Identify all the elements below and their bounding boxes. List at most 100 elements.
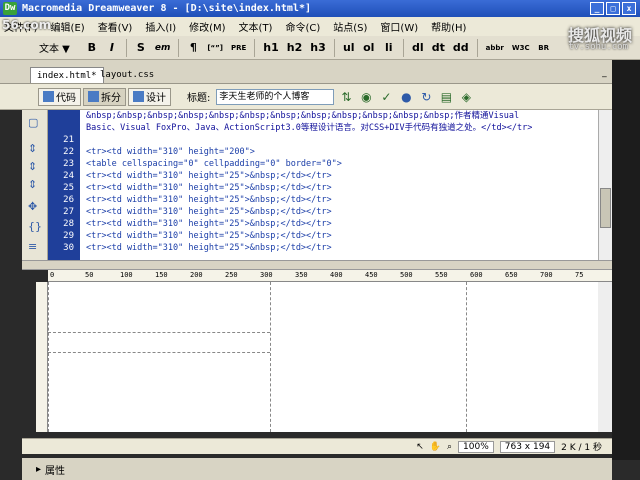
validate-markup-icon[interactable]: ●	[398, 89, 414, 105]
ruler-tick: 350	[295, 271, 308, 279]
code-vertical-scrollbar[interactable]	[598, 110, 612, 260]
ruler-tick: 400	[330, 271, 343, 279]
right-dark-edge	[612, 60, 640, 460]
preview-browser-icon[interactable]: ◉	[358, 89, 374, 105]
check-browser-icon[interactable]: ✓	[378, 89, 394, 105]
line-number: 23	[63, 159, 74, 169]
properties-label: 属性	[45, 465, 66, 477]
hand-tool-icon[interactable]: ✋	[430, 442, 441, 452]
em-button[interactable]: em	[152, 39, 173, 57]
view-options-icon[interactable]: ▤	[438, 89, 454, 105]
expand-all-icon[interactable]: ⇕	[28, 178, 37, 191]
pre-button[interactable]: PRE	[228, 39, 249, 57]
code-line[interactable]: <tr><td width="310" height="200">	[80, 146, 598, 158]
doc-minimize-icon[interactable]: _	[602, 68, 607, 78]
split-view-divider[interactable]	[22, 260, 612, 270]
dd-button[interactable]: dd	[450, 39, 472, 57]
line-number-gutter: 21 22 23 24 25 26 27 28 29 30	[48, 110, 80, 260]
menu-window[interactable]: 窗口(W)	[380, 19, 418, 34]
h3-button[interactable]: h3	[307, 39, 329, 57]
blockquote-button[interactable]: [“”]	[204, 39, 226, 57]
select-parent-tag-icon[interactable]: ✥	[28, 200, 37, 213]
code-line[interactable]: &nbsp;&nbsp;&nbsp;&nbsp;&nbsp;&nbsp;&nbs…	[80, 110, 598, 122]
menu-help[interactable]: 帮助(H)	[431, 19, 466, 34]
code-view-icon	[43, 91, 54, 102]
h1-button[interactable]: h1	[260, 39, 282, 57]
insert-bar: 文本 ▼ B I S em ¶ [“”] PRE h1 h2 h3 ul ol …	[0, 36, 640, 60]
maximize-button[interactable]: □	[606, 2, 620, 15]
ruler-tick: 500	[400, 271, 413, 279]
design-view-canvas[interactable]	[48, 282, 598, 432]
italic-button[interactable]: I	[103, 39, 121, 57]
code-line[interactable]	[80, 134, 598, 146]
scroll-thumb[interactable]	[600, 188, 611, 228]
li-button[interactable]: li	[380, 39, 398, 57]
ruler-tick: 650	[505, 271, 518, 279]
design-vertical-scrollbar[interactable]	[598, 282, 612, 432]
menu-site[interactable]: 站点(S)	[333, 19, 367, 34]
line-number: 25	[63, 183, 74, 193]
balance-braces-icon[interactable]: {}	[28, 220, 42, 233]
strong-button[interactable]: S	[132, 39, 150, 57]
paragraph-button[interactable]: ¶	[184, 39, 202, 57]
minimize-button[interactable]: _	[590, 2, 604, 15]
menu-commands[interactable]: 命令(C)	[285, 19, 320, 34]
design-view-button[interactable]: 设计	[128, 87, 171, 106]
ul-button[interactable]: ul	[340, 39, 358, 57]
bold-button[interactable]: B	[83, 39, 101, 57]
open-documents-icon[interactable]: ▢	[28, 116, 38, 129]
window-size-select[interactable]: 763 x 194	[499, 440, 556, 453]
collapse-selection-icon[interactable]: ⇕	[28, 160, 37, 173]
collapse-full-tag-icon[interactable]: ⇕	[28, 142, 37, 155]
code-line[interactable]: <tr><td width="310" height="25">&nbsp;</…	[80, 218, 598, 230]
dl-button[interactable]: dl	[409, 39, 427, 57]
visual-aids-icon[interactable]: ◈	[458, 89, 474, 105]
code-editor[interactable]: &nbsp;&nbsp;&nbsp;&nbsp;&nbsp;&nbsp;&nbs…	[80, 110, 598, 260]
menu-view[interactable]: 查看(V)	[98, 19, 133, 34]
code-line[interactable]: Basic、Visual FoxPro、Java、ActionScript3.0…	[80, 122, 598, 134]
menu-text[interactable]: 文本(T)	[239, 19, 273, 34]
ruler-tick: 100	[120, 271, 133, 279]
file-management-icon[interactable]: ⇅	[338, 89, 354, 105]
code-line[interactable]: <tr><td width="310" height="25">&nbsp;</…	[80, 206, 598, 218]
code-line[interactable]: <tr><td width="310" height="25">&nbsp;</…	[80, 230, 598, 242]
menu-insert[interactable]: 插入(I)	[145, 19, 176, 34]
menu-edit[interactable]: 编辑(E)	[51, 19, 85, 34]
br-button[interactable]: BR	[535, 39, 553, 57]
close-button[interactable]: x	[622, 2, 636, 15]
zoom-tool-icon[interactable]: ⌕	[447, 442, 452, 452]
ruler-tick: 700	[540, 271, 553, 279]
code-line[interactable]: <tr><td width="310" height="25">&nbsp;</…	[80, 170, 598, 182]
properties-panel-header[interactable]: ▸ 属性	[22, 458, 612, 480]
line-number: 29	[63, 231, 74, 241]
tab-layout-css[interactable]: layout.css	[94, 67, 160, 83]
h2-button[interactable]: h2	[284, 39, 306, 57]
window-title-bar: Dw Macromedia Dreamweaver 8 - [D:\site\i…	[0, 0, 640, 17]
menu-modify[interactable]: 修改(M)	[189, 19, 225, 34]
split-view-button[interactable]: 拆分	[83, 87, 126, 106]
abbr-button[interactable]: abbr	[483, 39, 507, 57]
acronym-button[interactable]: W3C	[509, 39, 533, 57]
title-label: 标题:	[187, 93, 211, 104]
line-number: 21	[63, 135, 74, 145]
dt-button[interactable]: dt	[429, 39, 448, 57]
ol-button[interactable]: ol	[360, 39, 378, 57]
status-bar: ↖ ✋ ⌕ 100% 763 x 194 2 K / 1 秒	[22, 438, 612, 454]
tab-index-html[interactable]: index.html*	[30, 67, 104, 83]
document-tabs: index.html* layout.css _ ▫ x	[0, 60, 640, 84]
code-line[interactable]: <tr><td width="310" height="25">&nbsp;</…	[80, 182, 598, 194]
title-input[interactable]: 李天生老师的个人博客	[216, 88, 335, 105]
code-line[interactable]: <tr><td width="310" height="25">&nbsp;</…	[80, 194, 598, 206]
ruler-tick: 75	[575, 271, 584, 279]
code-line[interactable]: <tr><td width="310" height="25">&nbsp;</…	[80, 242, 598, 254]
insert-category-dropdown[interactable]: 文本 ▼	[36, 39, 73, 57]
line-numbers-icon[interactable]: ≡	[28, 240, 37, 253]
code-line[interactable]: <table cellspacing="0" cellpadding="0" b…	[80, 158, 598, 170]
ruler-tick: 200	[190, 271, 203, 279]
select-tool-icon[interactable]: ↖	[416, 442, 424, 452]
line-number: 27	[63, 207, 74, 217]
refresh-icon[interactable]: ↻	[418, 89, 434, 105]
zoom-select[interactable]: 100%	[458, 440, 494, 453]
code-view-button[interactable]: 代码	[38, 87, 81, 106]
table-border	[48, 352, 270, 353]
